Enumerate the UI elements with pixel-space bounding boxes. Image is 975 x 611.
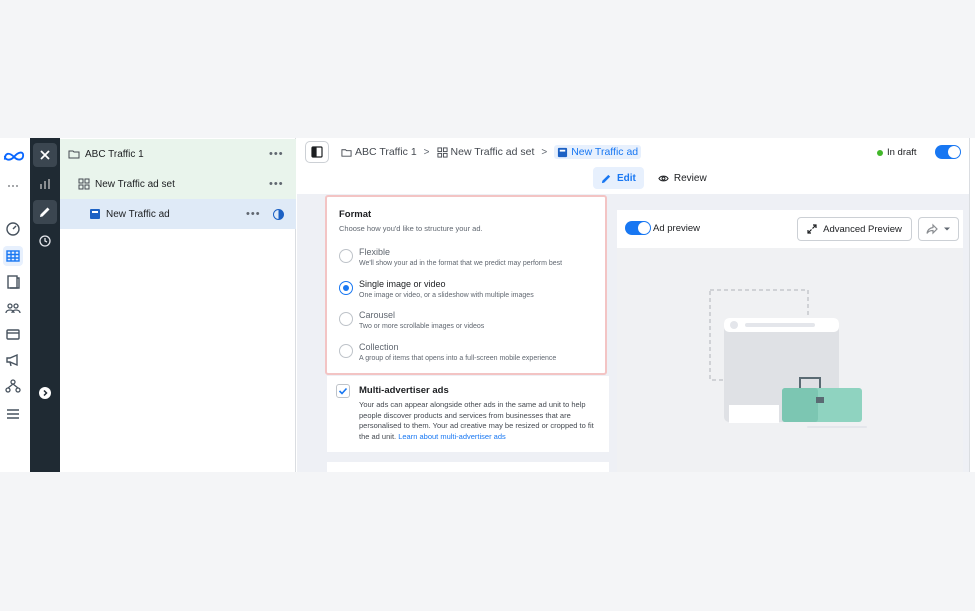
ad-preview-panel: Ad preview Advanced Preview: [617, 210, 963, 472]
tree-item-campaign[interactable]: ABC Traffic 1 •••: [60, 139, 296, 169]
multi-advertiser-checkbox[interactable]: [336, 384, 350, 398]
grid-icon: [78, 178, 90, 190]
expand-arrows-icon: [807, 224, 817, 234]
tree-ad-label: New Traffic ad: [106, 208, 170, 220]
tree-adset-label: New Traffic ad set: [95, 178, 175, 190]
billing-icon[interactable]: [3, 324, 23, 344]
format-subtitle: Choose how you'd like to structure your …: [339, 224, 483, 233]
menu-icon[interactable]: [3, 404, 23, 424]
breadcrumb-campaign[interactable]: ABC Traffic 1: [341, 146, 417, 158]
tab-review[interactable]: Review: [650, 167, 715, 189]
global-nav-rail: [0, 138, 30, 472]
breadcrumb-adset[interactable]: New Traffic ad set: [436, 146, 534, 158]
format-title: Format: [339, 209, 372, 220]
tree-item-ad[interactable]: New Traffic ad •••: [60, 199, 296, 229]
editor-tabs: Edit Review: [593, 167, 715, 189]
check-icon: [338, 387, 348, 395]
multi-advertiser-description: Your ads can appear alongside other ads …: [359, 400, 594, 441]
format-option-collection[interactable]: Collection A group of items that opens i…: [339, 342, 601, 370]
editor-main: ABC Traffic 1 > New Traffic ad set > New…: [297, 138, 975, 472]
tree-campaign-label: ABC Traffic 1: [85, 148, 144, 160]
more-icon[interactable]: •••: [269, 178, 284, 190]
more-icon[interactable]: •••: [246, 208, 261, 220]
share-icon: [926, 223, 938, 235]
tree-item-adset[interactable]: New Traffic ad set •••: [60, 169, 296, 199]
eye-icon: [658, 175, 669, 181]
app-switcher-icon[interactable]: [3, 176, 23, 196]
radio-button[interactable]: [339, 249, 353, 263]
breadcrumb-separator: >: [423, 146, 430, 158]
ad-preview-toggle[interactable]: [625, 221, 651, 235]
ad-icon: [558, 147, 568, 157]
right-panel-edge: [969, 138, 975, 472]
preview-canvas: [617, 248, 963, 472]
advanced-preview-button[interactable]: Advanced Preview: [797, 217, 912, 241]
contrast-icon[interactable]: [273, 208, 284, 220]
breadcrumb: ABC Traffic 1 > New Traffic ad set > New…: [341, 143, 642, 161]
megaphone-icon[interactable]: [3, 350, 23, 370]
more-icon[interactable]: •••: [269, 148, 284, 160]
chevron-down-icon: [944, 227, 950, 231]
history-icon[interactable]: [33, 229, 57, 253]
ad-icon: [89, 208, 101, 220]
chart-icon[interactable]: [33, 172, 57, 196]
multi-advertiser-section: Multi-advertiser ads Your ads can appear…: [327, 376, 609, 452]
dashboard-icon[interactable]: [3, 219, 23, 239]
learn-more-link[interactable]: Learn about multi-advertiser ads: [398, 432, 506, 441]
format-section: Format Choose how you'd like to structur…: [325, 195, 607, 375]
format-option-carousel[interactable]: Carousel Two or more scrollable images o…: [339, 310, 601, 338]
radio-button-selected[interactable]: [339, 281, 353, 295]
draft-status: In draft: [877, 147, 917, 158]
format-option-single-image[interactable]: Single image or video One image or video…: [339, 279, 601, 307]
table-icon[interactable]: [3, 246, 23, 266]
multi-advertiser-title: Multi-advertiser ads: [359, 385, 449, 396]
pencil-icon: [601, 174, 611, 183]
breadcrumb-separator: >: [541, 146, 548, 158]
pages-icon[interactable]: [3, 272, 23, 292]
editor-topbar: ABC Traffic 1 > New Traffic ad set > New…: [297, 138, 975, 194]
ads-manager-window: ABC Traffic 1 ••• New Traffic ad set •••…: [0, 138, 975, 472]
network-icon[interactable]: [3, 376, 23, 396]
format-option-flexible[interactable]: Flexible We'll show your ad in the forma…: [339, 247, 601, 275]
meta-logo[interactable]: [2, 146, 26, 166]
grid-icon: [436, 146, 448, 158]
close-icon[interactable]: [33, 143, 57, 167]
share-dropdown-button[interactable]: [918, 217, 959, 241]
preview-placeholder-illustration: [709, 289, 867, 428]
ad-on-off-toggle[interactable]: [935, 145, 961, 159]
radio-button[interactable]: [339, 312, 353, 326]
folder-icon: [341, 148, 352, 157]
tab-edit[interactable]: Edit: [593, 167, 644, 189]
audience-icon[interactable]: [3, 298, 23, 318]
folder-icon: [68, 148, 80, 160]
ad-preview-label: Ad preview: [653, 223, 700, 234]
status-dot-icon: [877, 149, 883, 156]
next-section-card: [327, 462, 609, 472]
editor-tool-strip: [30, 138, 60, 472]
breadcrumb-ad[interactable]: New Traffic ad: [554, 145, 642, 159]
sidebar-toggle-icon[interactable]: [305, 141, 329, 163]
campaign-tree: ABC Traffic 1 ••• New Traffic ad set •••…: [60, 138, 296, 472]
radio-button[interactable]: [339, 344, 353, 358]
edit-icon[interactable]: [33, 200, 57, 224]
expand-icon[interactable]: [33, 381, 57, 405]
